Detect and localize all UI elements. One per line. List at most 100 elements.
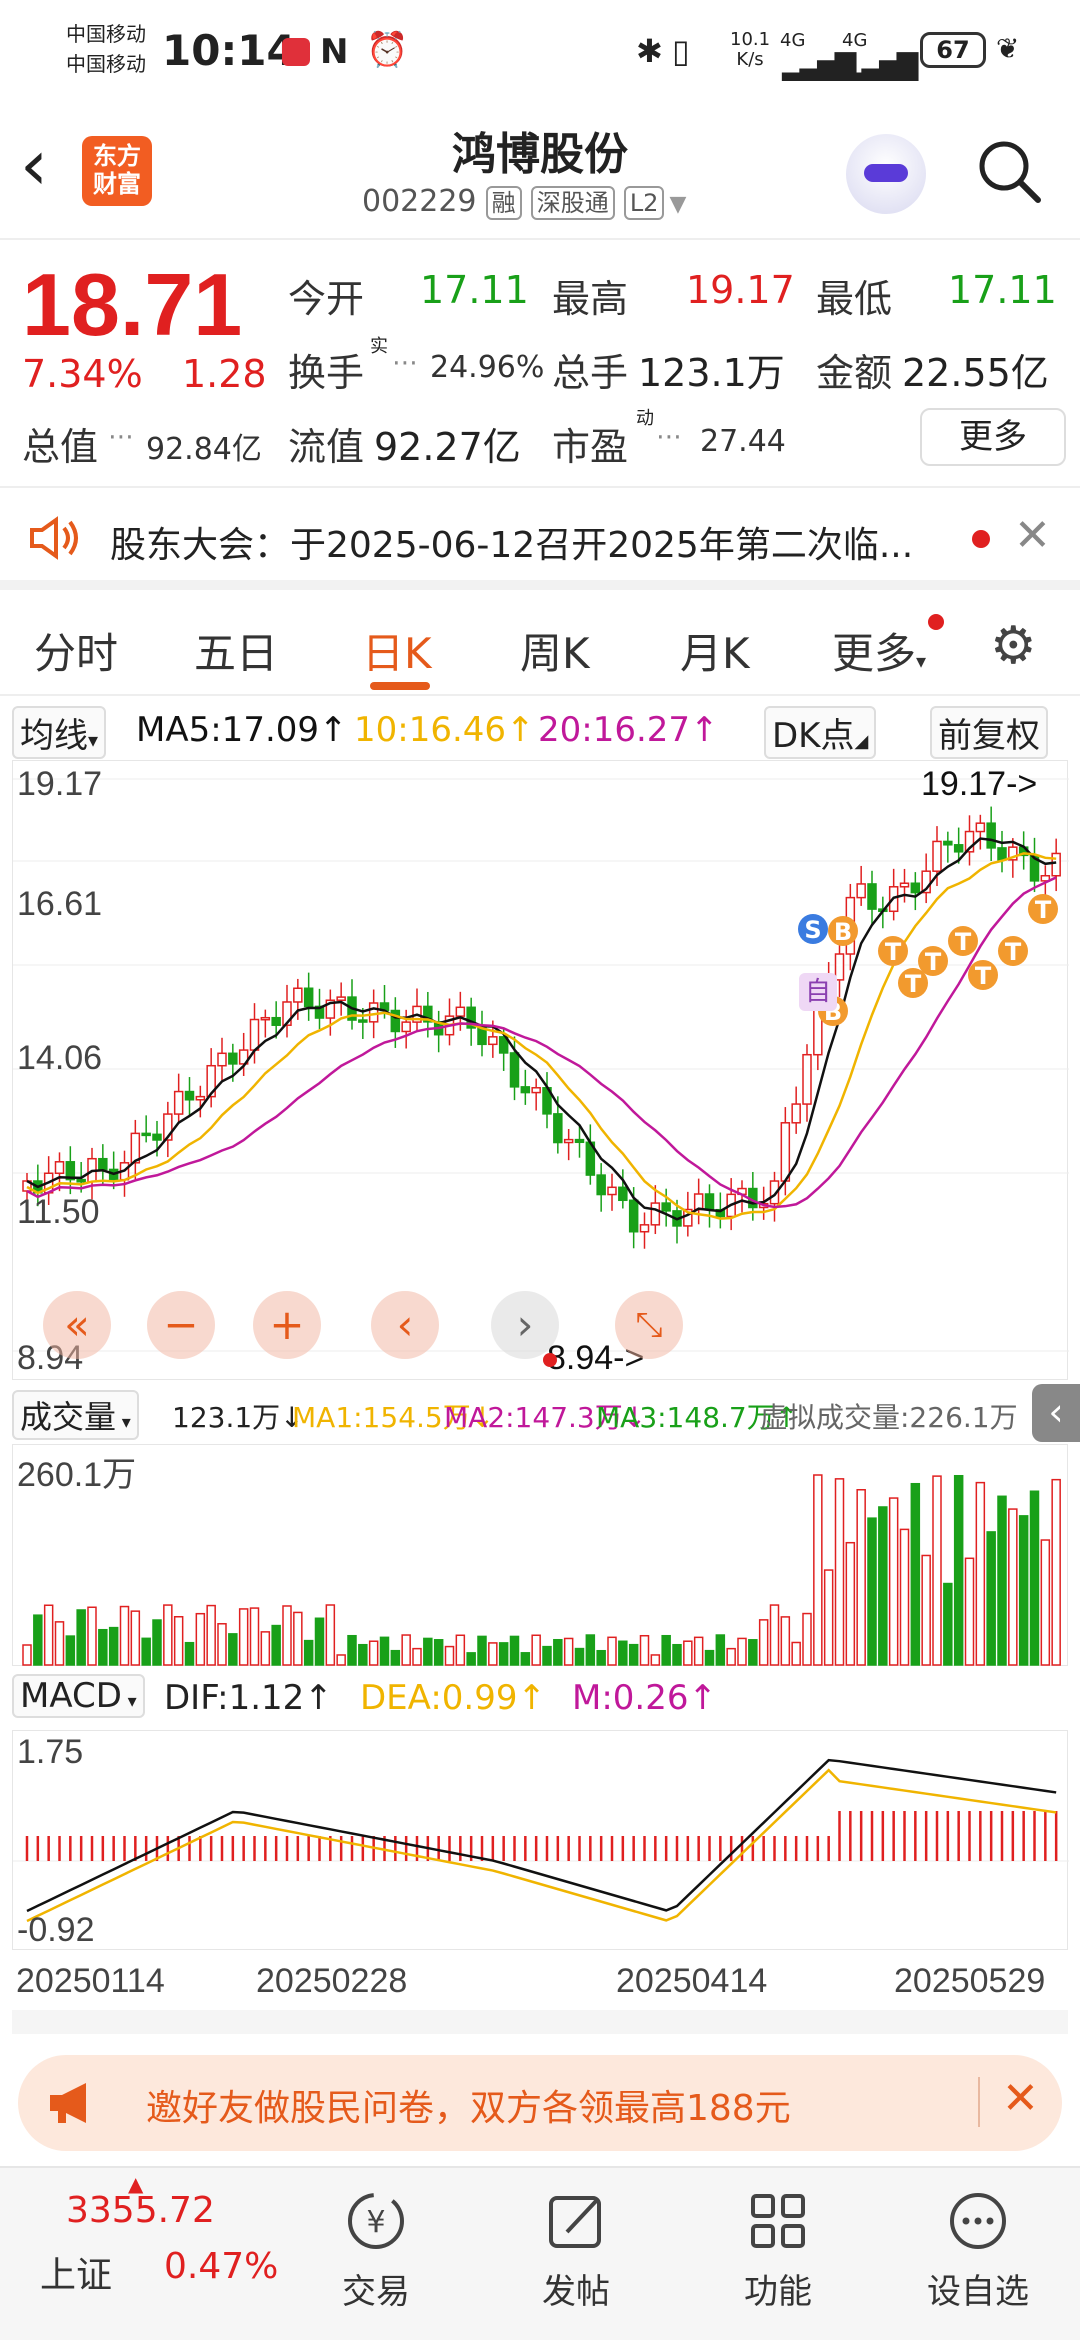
collapse-panel-button[interactable]: ‹ bbox=[1032, 1384, 1080, 1442]
candle-body bbox=[303, 987, 314, 1008]
stock-code-row[interactable]: 002229 融 深股通 L2 ▼ bbox=[362, 184, 686, 220]
open-label: 今开 bbox=[288, 277, 365, 321]
volume-bar bbox=[228, 1633, 238, 1666]
unread-dot bbox=[972, 530, 990, 548]
tab-weekly-k[interactable]: 周K bbox=[520, 620, 590, 681]
volume-bar bbox=[336, 1654, 346, 1666]
gear-icon[interactable]: ⚙ bbox=[990, 616, 1037, 676]
stock-code: 002229 bbox=[362, 184, 477, 219]
candle-body bbox=[184, 1090, 195, 1101]
amount-label: 金额 bbox=[816, 351, 893, 395]
volume-bar bbox=[661, 1634, 671, 1666]
spacer bbox=[12, 2010, 1068, 2034]
ma20-line bbox=[26, 876, 1057, 1209]
tab-more[interactable]: 更多▾ bbox=[832, 620, 926, 681]
ma-selector[interactable]: 均线▾ bbox=[12, 706, 107, 759]
volume-bar bbox=[87, 1606, 97, 1666]
volume-selector[interactable]: 成交量 ▾ bbox=[12, 1390, 139, 1440]
dk-point-selector[interactable]: DK点◢ bbox=[764, 706, 877, 759]
kline-chart[interactable]: BBSTTTTTTT 19.17 16.61 14.06 11.50 8.94 … bbox=[12, 760, 1069, 1380]
zoom-in-button[interactable]: + bbox=[253, 1291, 321, 1359]
volume-bar bbox=[672, 1643, 682, 1666]
leaf-icon: ❦ bbox=[996, 32, 1020, 65]
volume-bar bbox=[509, 1635, 520, 1666]
status-bar: 中国移动 中国移动 10:14 N ⏰ ✱ ▯ 10.1 K/s 4G ▂▃▅▇… bbox=[0, 0, 1080, 100]
candle-body bbox=[650, 1202, 661, 1226]
macd-axis-min: -0.92 bbox=[17, 1911, 95, 1949]
robot-assistant-icon[interactable] bbox=[846, 134, 926, 214]
candle-body bbox=[401, 1021, 411, 1033]
nav-watchlist[interactable]: 设自选 bbox=[908, 2168, 1048, 2340]
tab-five-day[interactable]: 五日 bbox=[194, 620, 278, 681]
volume-value: 123.1万 bbox=[638, 351, 785, 395]
volume-bar bbox=[54, 1621, 65, 1666]
volume-bar bbox=[791, 1641, 801, 1666]
scroll-right-button[interactable]: › bbox=[491, 1291, 559, 1359]
candle-body bbox=[661, 1202, 671, 1212]
candle-body bbox=[780, 1122, 791, 1182]
promo-banner[interactable]: 邀好友做股民问卷，双方各领最高188元 ✕ bbox=[18, 2055, 1062, 2151]
self-select-marker[interactable]: 自 bbox=[799, 973, 837, 1011]
volume-bar bbox=[531, 1634, 541, 1666]
adjust-selector[interactable]: 前复权 bbox=[930, 706, 1048, 759]
clock: 10:14 bbox=[162, 26, 296, 75]
speaker-icon bbox=[26, 516, 82, 560]
candle-body bbox=[791, 1103, 801, 1124]
tab-monthly-k[interactable]: 月K bbox=[680, 620, 750, 681]
candle-body bbox=[693, 1193, 704, 1211]
turnover-sup: 实 bbox=[370, 336, 388, 357]
nav-label-functions: 功能 bbox=[744, 2272, 812, 2312]
volume-bar bbox=[1040, 1539, 1051, 1666]
fullscreen-button[interactable]: ⤡ bbox=[615, 1291, 683, 1359]
search-icon[interactable] bbox=[976, 138, 1042, 204]
ma10-value: 10:16.46↑ bbox=[354, 710, 535, 750]
alarm-icon: ⏰ bbox=[366, 30, 409, 70]
close-icon[interactable]: ✕ bbox=[1014, 510, 1051, 561]
volume-axis-max: 260.1万 bbox=[17, 1456, 137, 1494]
candle-body bbox=[358, 1019, 368, 1023]
volume-bar bbox=[737, 1637, 747, 1666]
volume-bar bbox=[206, 1604, 216, 1666]
candle-body bbox=[293, 987, 303, 1003]
volume-bar bbox=[98, 1628, 108, 1666]
index-value[interactable]: 3355.72 bbox=[66, 2190, 215, 2231]
candle-body bbox=[607, 1186, 617, 1196]
notice-bar[interactable]: 股东大会：于2025-06-12召开2025年第二次临... ✕ bbox=[0, 490, 1080, 590]
grid-icon bbox=[708, 2190, 848, 2264]
candle-body bbox=[563, 1138, 574, 1144]
volume-bar bbox=[758, 1619, 769, 1666]
max-price-marker: 19.17-> bbox=[921, 765, 1038, 803]
volume-bar bbox=[639, 1634, 650, 1666]
scroll-left-fast-button[interactable]: « bbox=[43, 1291, 111, 1359]
open-value: 17.11 bbox=[420, 268, 529, 312]
volume-bar bbox=[953, 1474, 964, 1666]
turnover-value: 24.96% bbox=[430, 350, 545, 385]
index-name[interactable]: 上证 bbox=[40, 2246, 112, 2298]
ma10-line bbox=[26, 852, 1057, 1220]
volume-bar bbox=[368, 1640, 379, 1666]
tab-more-dot bbox=[928, 614, 944, 630]
volume-bar bbox=[867, 1517, 877, 1666]
nav-trade[interactable]: ¥ 交易 bbox=[306, 2168, 446, 2340]
svg-text:¥: ¥ bbox=[366, 2205, 385, 2240]
nav-post[interactable]: 发帖 bbox=[506, 2168, 646, 2340]
tab-daily-k[interactable]: 日K bbox=[362, 620, 432, 681]
volume-bar bbox=[704, 1649, 715, 1666]
zoom-out-button[interactable]: − bbox=[147, 1291, 215, 1359]
close-icon[interactable]: ✕ bbox=[1002, 2073, 1039, 2124]
volume-bar bbox=[802, 1612, 812, 1666]
s-marker: S bbox=[804, 916, 821, 944]
index-change[interactable]: 0.47% bbox=[164, 2246, 278, 2287]
t-marker: T bbox=[1035, 896, 1052, 924]
period-tabs: 分时 五日 日K 周K 月K 更多▾ ⚙ bbox=[0, 600, 1080, 696]
more-quote-button[interactable]: 更多 bbox=[920, 408, 1066, 466]
scroll-left-button[interactable]: ‹ bbox=[371, 1291, 439, 1359]
volume-chart: 260.1万 bbox=[12, 1444, 1068, 1666]
volume-bar bbox=[271, 1624, 281, 1666]
candle-body bbox=[943, 840, 953, 846]
macd-selector[interactable]: MACD ▾ bbox=[12, 1674, 145, 1718]
nav-functions[interactable]: 功能 bbox=[708, 2168, 848, 2340]
notice-text: 股东大会：于2025-06-12召开2025年第二次临... bbox=[110, 525, 914, 566]
tab-intraday[interactable]: 分时 bbox=[34, 620, 118, 681]
volume-bar bbox=[769, 1604, 780, 1666]
